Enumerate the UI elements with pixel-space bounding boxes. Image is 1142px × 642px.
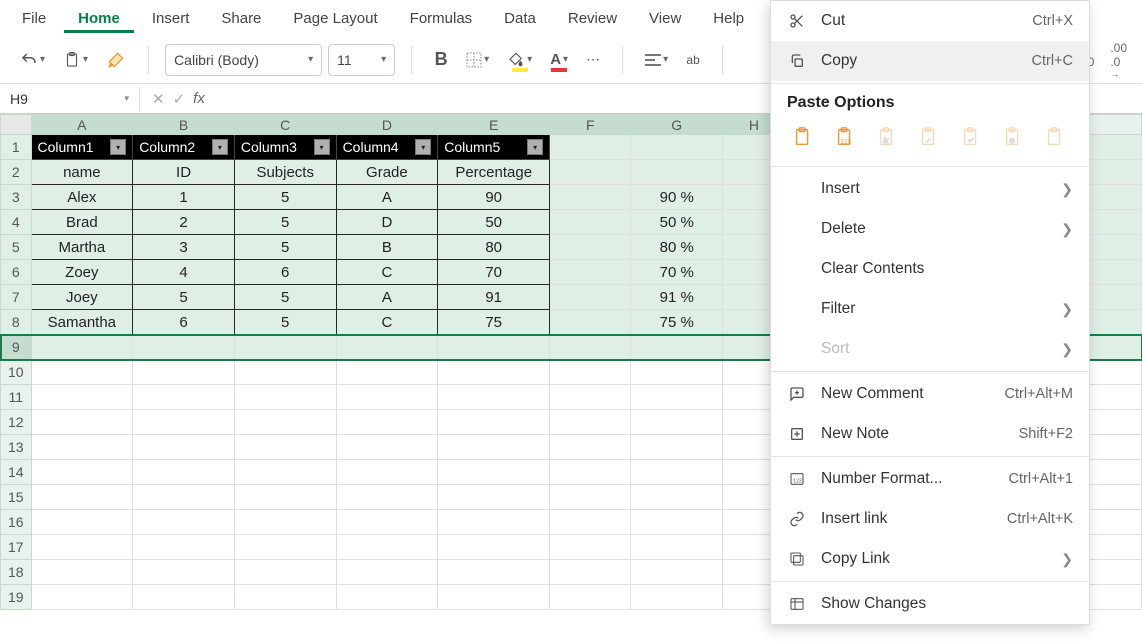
chevron-right-icon: ❯ (1061, 221, 1073, 238)
note-icon (787, 426, 807, 442)
paste-values-icon[interactable]: 123 (829, 122, 861, 154)
paste-button[interactable]: ▾ (57, 45, 94, 75)
ctx-sort: Sort ❯ (771, 329, 1089, 369)
show-changes-icon (787, 596, 807, 612)
align-button[interactable]: ▾ (639, 45, 674, 75)
font-color-button[interactable]: A ▾ (544, 45, 574, 75)
ctx-number-format[interactable]: 123 Number Format... Ctrl+Alt+1 (771, 459, 1089, 499)
ctx-copy[interactable]: Copy Ctrl+C (771, 41, 1089, 81)
menu-file[interactable]: File (8, 4, 60, 33)
ctx-filter[interactable]: Filter ❯ (771, 289, 1089, 329)
menu-share[interactable]: Share (207, 4, 275, 33)
svg-text:fx: fx (883, 138, 889, 145)
ctx-new-note[interactable]: New Note Shift+F2 (771, 414, 1089, 454)
svg-text:123: 123 (793, 478, 802, 484)
borders-button[interactable]: ▾ (460, 45, 495, 75)
chevron-right-icon: ❯ (1061, 181, 1073, 198)
name-box[interactable]: H9 ▾ (0, 87, 140, 111)
ctx-copy-link[interactable]: Copy Link ❯ (771, 539, 1089, 579)
paste-formulas-icon: fx (871, 122, 903, 154)
select-all-corner[interactable] (1, 115, 32, 135)
fx-icon[interactable]: fx (193, 90, 205, 107)
menu-insert[interactable]: Insert (138, 4, 204, 33)
ctx-insert-link[interactable]: Insert link Ctrl+Alt+K (771, 499, 1089, 539)
chevron-right-icon: ❯ (1061, 551, 1073, 568)
ctx-paste-header: Paste Options (771, 86, 1089, 118)
ctx-insert[interactable]: Insert ❯ (771, 169, 1089, 209)
ctx-cut[interactable]: Cut Ctrl+X (771, 1, 1089, 41)
paste-transpose-icon (913, 122, 945, 154)
undo-button[interactable]: ▾ (14, 45, 51, 75)
menu-view[interactable]: View (635, 4, 695, 33)
comment-icon (787, 386, 807, 402)
filter-icon[interactable]: ▾ (212, 139, 228, 155)
format-painter-button[interactable] (100, 45, 132, 75)
font-size-select[interactable]: 11▾ (328, 44, 395, 76)
font-name-select[interactable]: Calibri (Body)▾ (165, 44, 322, 76)
filter-icon[interactable]: ▾ (415, 139, 431, 155)
filter-icon[interactable]: ▾ (314, 139, 330, 155)
copy-link-icon (787, 551, 807, 567)
more-font-button[interactable]: ⋯ (580, 45, 606, 75)
menu-home[interactable]: Home (64, 4, 134, 33)
menu-review[interactable]: Review (554, 4, 631, 33)
link-icon (787, 511, 807, 527)
context-menu: Cut Ctrl+X Copy Ctrl+C Paste Options 123… (770, 0, 1090, 625)
wrap-text-button[interactable]: ab (680, 45, 706, 75)
number-format-icon: 123 (787, 471, 807, 487)
scissors-icon (787, 13, 807, 29)
svg-text:123: 123 (840, 139, 851, 146)
cancel-formula-icon[interactable]: ✕ (152, 90, 165, 108)
ctx-clear-contents[interactable]: Clear Contents (771, 249, 1089, 289)
copy-icon (787, 53, 807, 69)
bold-button[interactable]: B (428, 45, 454, 75)
chevron-right-icon: ❯ (1061, 341, 1073, 358)
ctx-delete[interactable]: Delete ❯ (771, 209, 1089, 249)
menu-formulas[interactable]: Formulas (396, 4, 487, 33)
menu-page-layout[interactable]: Page Layout (279, 4, 391, 33)
chevron-right-icon: ❯ (1061, 301, 1073, 318)
fill-color-button[interactable]: ▾ (501, 45, 538, 75)
accept-formula-icon[interactable]: ✓ (173, 90, 186, 108)
menu-help[interactable]: Help (699, 4, 758, 33)
paste-picture-icon (1039, 122, 1071, 154)
menu-data[interactable]: Data (490, 4, 550, 33)
paste-options: 123 fx (771, 118, 1089, 164)
ctx-new-comment[interactable]: New Comment Ctrl+Alt+M (771, 374, 1089, 414)
paste-formatting-icon (955, 122, 987, 154)
filter-icon[interactable]: ▾ (527, 139, 543, 155)
paste-link-icon (997, 122, 1029, 154)
filter-icon[interactable]: ▾ (110, 139, 126, 155)
ctx-show-changes[interactable]: Show Changes (771, 584, 1089, 624)
decrease-decimal-button[interactable]: .00.0→ (1109, 40, 1128, 80)
paste-default-icon[interactable] (787, 122, 819, 154)
